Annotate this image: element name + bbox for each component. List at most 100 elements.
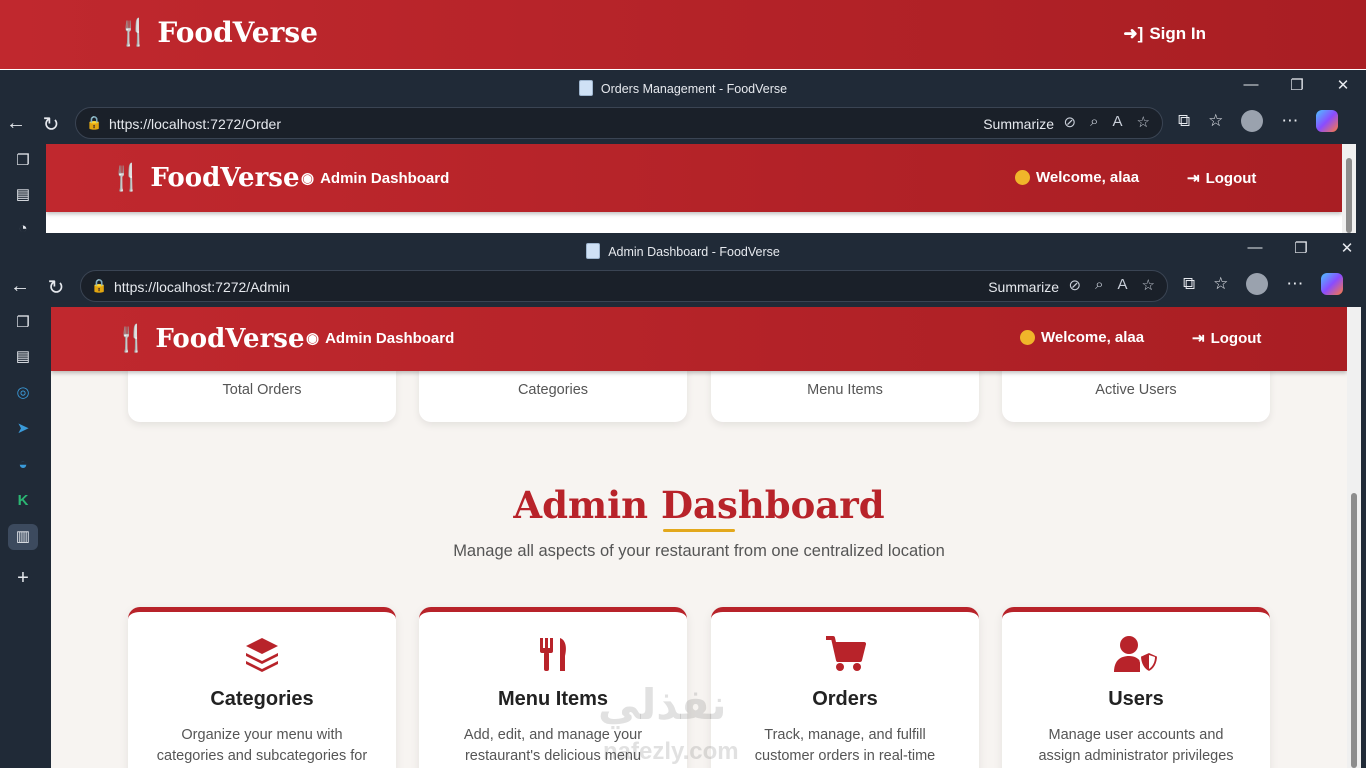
app-brand-name: FoodVerse	[155, 324, 305, 354]
restore-icon[interactable]: ❐	[1288, 76, 1306, 94]
close-icon[interactable]: ✕	[1334, 76, 1352, 94]
feature-name: Orders	[812, 688, 878, 710]
stat-label: Total Orders	[222, 382, 302, 398]
welcome-user[interactable]: Welcome, alaa	[1015, 169, 1139, 186]
layers-icon	[128, 634, 396, 674]
read-aloud-icon[interactable]: A	[1118, 276, 1128, 294]
app-icon[interactable]: ◎	[8, 380, 38, 406]
address-bar-row: ← ↻ 🔒 https://localhost:7272/Order Summa…	[0, 104, 1366, 144]
pinned-page-icon[interactable]: ▥	[8, 524, 38, 550]
logout-icon: ⇥	[1187, 170, 1200, 187]
logout-link[interactable]: ⇥ Logout	[1187, 169, 1257, 188]
extensions-icon[interactable]: ⧉	[1178, 111, 1190, 131]
user-icon	[1020, 330, 1035, 345]
title-bar: Admin Dashboard - FoodVerse — ❐ ✕	[0, 233, 1366, 267]
sign-in-label: Sign In	[1149, 24, 1206, 43]
welcome-user[interactable]: Welcome, alaa	[1020, 329, 1144, 346]
summarize-button[interactable]: Summarize	[983, 116, 1054, 132]
welcome-label: Welcome, alaa	[1036, 169, 1140, 186]
stat-card-active-users: Active Users	[1002, 367, 1270, 422]
extensions-icon[interactable]: ⧉	[1183, 274, 1195, 294]
admin-dashboard-link[interactable]: ◉ Admin Dashboard	[306, 329, 455, 348]
app-icon[interactable]: ◒	[8, 452, 38, 478]
admin-dashboard-label: Admin Dashboard	[320, 169, 450, 187]
zoom-icon[interactable]: ⌕	[1095, 276, 1103, 294]
user-icon	[1015, 170, 1030, 185]
favorite-icon[interactable]: ☆	[1137, 113, 1150, 131]
admin-dashboard-link[interactable]: ◉ Admin Dashboard	[301, 169, 450, 188]
logout-label: Logout	[1210, 329, 1262, 347]
close-icon[interactable]: ✕	[1338, 239, 1356, 257]
app-header: 🍴 FoodVerse ◉ Admin Dashboard Welcome, a…	[51, 307, 1347, 371]
site-header: 🍴 FoodVerse ➜] Sign In	[0, 0, 1366, 70]
feature-card-orders[interactable]: Orders Track, manage, and fulfill custom…	[711, 607, 979, 768]
minimize-icon[interactable]: —	[1242, 76, 1260, 94]
url-text: https://localhost:7272/Admin	[114, 279, 290, 295]
more-icon[interactable]: ⋯	[1281, 111, 1298, 131]
scrollbar[interactable]	[1347, 307, 1361, 768]
cart-icon	[711, 634, 979, 674]
admin-dashboard-label: Admin Dashboard	[325, 329, 455, 347]
address-bar[interactable]: 🔒 https://localhost:7272/Admin Summarize…	[80, 270, 1168, 302]
refresh-icon[interactable]: ↻	[44, 275, 68, 300]
page-icon	[586, 243, 601, 259]
scrollbar[interactable]	[1342, 144, 1356, 233]
site-logo[interactable]: 🍴 FoodVerse	[117, 16, 318, 49]
url-text: https://localhost:7272/Order	[109, 116, 281, 132]
app-icon[interactable]: K	[8, 488, 38, 514]
workspaces-icon[interactable]: ▤	[8, 182, 38, 208]
scrollbar-thumb[interactable]	[1351, 493, 1357, 768]
utensils-icon: 🍴	[117, 17, 150, 48]
back-icon[interactable]: ←	[8, 275, 32, 298]
restore-icon[interactable]: ❐	[1292, 239, 1310, 257]
copilot-icon[interactable]	[1321, 273, 1344, 295]
favorites-icon[interactable]: ☆	[1208, 111, 1223, 131]
logout-icon: ⇥	[1192, 330, 1205, 347]
sign-in-link[interactable]: ➜] Sign In	[1123, 24, 1206, 44]
scrollbar-thumb[interactable]	[1346, 158, 1352, 233]
tracking-icon[interactable]: ⊘	[1064, 113, 1077, 131]
feature-desc: Manage user accounts and assign administ…	[1038, 727, 1234, 764]
sign-in-icon: ➜]	[1123, 24, 1144, 43]
minimize-icon[interactable]: —	[1246, 239, 1264, 257]
copilot-icon[interactable]	[1316, 110, 1339, 132]
more-icon[interactable]: ⋯	[1286, 274, 1303, 294]
favorites-icon[interactable]: ☆	[1213, 274, 1228, 294]
profile-icon[interactable]	[1246, 273, 1269, 295]
favorite-icon[interactable]: ☆	[1142, 276, 1155, 294]
stat-card-categories: Categories	[419, 367, 687, 422]
utensils-icon: 🍴	[110, 163, 143, 193]
profile-icon[interactable]	[1241, 110, 1264, 132]
feature-card-users[interactable]: Users Manage user accounts and assign ad…	[1002, 607, 1270, 768]
tracking-icon[interactable]: ⊘	[1069, 276, 1082, 294]
logout-label: Logout	[1205, 169, 1257, 187]
page-subtitle: Manage all aspects of your restaurant fr…	[453, 542, 945, 560]
read-aloud-icon[interactable]: A	[1113, 113, 1123, 131]
app-logo[interactable]: 🍴 FoodVerse	[115, 324, 304, 354]
logout-link[interactable]: ⇥ Logout	[1192, 329, 1262, 348]
address-bar[interactable]: 🔒 https://localhost:7272/Order Summarize…	[75, 107, 1163, 139]
page-title: Admin Dashboard	[513, 483, 885, 527]
browser-window-orders: Orders Management - FoodVerse — ❐ ✕ ← ↻ …	[0, 70, 1366, 237]
send-icon[interactable]: ➤	[8, 416, 38, 442]
feature-name: Categories	[210, 688, 314, 710]
app-logo[interactable]: 🍴 FoodVerse	[110, 163, 299, 193]
lock-icon: 🔒	[91, 278, 108, 293]
tabs-icon[interactable]: ❐	[8, 148, 38, 174]
dashboard-icon: ◉	[306, 330, 320, 347]
feature-desc: Organize your menu with categories and s…	[156, 727, 368, 764]
vertical-sidebar: ❐ ▤ ◔	[0, 144, 46, 237]
feature-card-categories[interactable]: Categories Organize your menu with categ…	[128, 607, 396, 768]
vertical-sidebar: ❐ ▤ ◎ ➤ ◒ K ▥ +	[0, 307, 46, 768]
add-icon[interactable]: +	[8, 565, 38, 591]
stat-label: Categories	[517, 382, 589, 398]
back-icon[interactable]: ←	[4, 112, 28, 135]
tabs-icon[interactable]: ❐	[8, 310, 38, 336]
summarize-button[interactable]: Summarize	[988, 279, 1059, 295]
window-title: Admin Dashboard - FoodVerse	[608, 245, 780, 259]
refresh-icon[interactable]: ↻	[39, 112, 63, 137]
page-icon	[578, 80, 593, 96]
workspaces-icon[interactable]: ▤	[8, 344, 38, 370]
zoom-icon[interactable]: ⌕	[1090, 113, 1098, 131]
feature-name: Users	[1108, 688, 1164, 710]
